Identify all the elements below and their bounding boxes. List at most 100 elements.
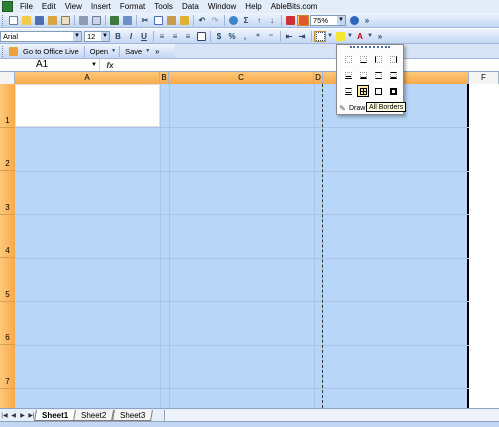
percent-button[interactable]: % <box>226 31 238 42</box>
research-icon[interactable] <box>121 15 133 26</box>
align-right-icon[interactable]: ≡ <box>182 31 194 42</box>
row-header[interactable]: 5 <box>0 258 15 302</box>
horizontal-scrollbar[interactable] <box>163 409 499 421</box>
sheet-tab-3[interactable]: Sheet3 <box>111 409 153 421</box>
prev-sheet-icon[interactable]: ◀ <box>9 412 18 419</box>
row-header[interactable] <box>0 388 15 409</box>
column-header-b[interactable]: B <box>160 72 169 84</box>
selected-range[interactable] <box>15 84 469 408</box>
comma-button[interactable]: , <box>239 31 251 42</box>
align-left-icon[interactable]: ≡ <box>156 31 168 42</box>
thick-box-border-icon[interactable] <box>387 85 399 97</box>
row-header[interactable]: 4 <box>0 214 15 258</box>
menu-edit[interactable]: Edit <box>38 0 61 13</box>
drawing-icon[interactable] <box>297 14 309 26</box>
row-header[interactable]: 6 <box>0 301 15 345</box>
column-header-f[interactable]: F <box>469 72 499 84</box>
borders-icon[interactable] <box>314 30 326 42</box>
toolbar-grip[interactable] <box>2 45 5 57</box>
new-icon[interactable] <box>7 15 19 26</box>
top-bottom-border-icon[interactable] <box>372 69 384 81</box>
menu-help[interactable]: Help <box>241 0 266 13</box>
font-name-select[interactable]: Arial ▼ <box>0 30 82 42</box>
insert-function-button[interactable]: fx <box>100 61 120 70</box>
bottom-border-icon[interactable] <box>357 53 369 65</box>
row-header[interactable]: 2 <box>0 127 15 171</box>
borders-chevron-down-icon[interactable]: ▼ <box>327 31 333 42</box>
fill-chevron-down-icon[interactable]: ▼ <box>347 31 353 42</box>
autosum-icon[interactable]: Σ <box>240 15 252 26</box>
copy-icon[interactable] <box>152 15 164 26</box>
align-center-icon[interactable]: ≡ <box>169 31 181 42</box>
currency-button[interactable]: $ <box>213 31 225 42</box>
name-box[interactable]: A1 ▼ <box>0 59 100 71</box>
formula-input[interactable] <box>120 59 499 71</box>
row-header[interactable]: 7 <box>0 345 15 389</box>
next-sheet-icon[interactable]: ▶ <box>18 412 27 419</box>
decrease-indent-icon[interactable]: ⇤ <box>283 31 295 42</box>
no-border-icon[interactable] <box>342 53 354 65</box>
first-sheet-icon[interactable]: |◀ <box>0 412 9 419</box>
paste-icon[interactable] <box>165 15 177 26</box>
help-icon[interactable] <box>348 15 360 26</box>
toolbar-options-icon[interactable]: » <box>374 31 386 42</box>
chart-wizard-icon[interactable] <box>284 15 296 26</box>
zoom-select[interactable]: 75% ▼ <box>310 14 346 26</box>
underline-button[interactable]: U <box>138 31 150 42</box>
email-icon[interactable] <box>59 15 71 26</box>
left-border-icon[interactable] <box>372 53 384 65</box>
outside-borders-icon[interactable] <box>372 85 384 97</box>
menu-tools[interactable]: Tools <box>150 0 178 13</box>
undo-icon[interactable]: ↶ <box>196 15 208 26</box>
top-double-bottom-border-icon[interactable] <box>342 85 354 97</box>
column-header-a[interactable]: A <box>15 72 160 84</box>
font-color-button[interactable]: A <box>354 31 366 42</box>
column-header-c[interactable]: C <box>169 72 314 84</box>
menu-window[interactable]: Window <box>204 0 241 13</box>
menu-insert[interactable]: Insert <box>87 0 116 13</box>
double-bottom-border-icon[interactable] <box>342 69 354 81</box>
italic-button[interactable]: I <box>125 31 137 42</box>
increase-indent-icon[interactable]: ⇥ <box>296 31 308 42</box>
worksheet-grid[interactable] <box>15 84 499 408</box>
open-icon[interactable] <box>20 15 32 26</box>
increase-decimal-icon[interactable]: ⁺ <box>252 31 264 42</box>
hyperlink-icon[interactable] <box>227 15 239 26</box>
select-all-corner[interactable] <box>0 72 15 84</box>
palette-grip[interactable] <box>350 46 390 49</box>
save-chevron-down-icon[interactable]: ▼ <box>145 46 150 57</box>
menu-file[interactable]: File <box>16 0 38 13</box>
row-header[interactable]: 3 <box>0 171 15 215</box>
open-button[interactable]: Open <box>87 46 111 57</box>
column-header-d[interactable]: D <box>314 72 323 84</box>
sort-descending-icon[interactable]: ↓ <box>266 15 278 26</box>
menu-view[interactable]: View <box>61 0 87 13</box>
top-thick-bottom-border-icon[interactable] <box>387 69 399 81</box>
toolbar-options-icon[interactable]: » <box>151 46 163 57</box>
print-icon[interactable] <box>77 15 89 26</box>
font-color-chevron-down-icon[interactable]: ▼ <box>367 31 373 42</box>
thick-bottom-border-icon[interactable] <box>357 69 369 81</box>
active-cell-a1[interactable] <box>15 84 160 127</box>
sort-ascending-icon[interactable]: ↑ <box>253 15 265 26</box>
merge-center-icon[interactable] <box>195 31 207 42</box>
permission-icon[interactable] <box>46 15 58 26</box>
row-header[interactable]: 1 <box>0 84 15 128</box>
sheet-tab-1[interactable]: Sheet1 <box>34 409 77 421</box>
menu-data[interactable]: Data <box>178 0 204 13</box>
save-button[interactable]: Save <box>122 46 145 57</box>
toolbar-grip[interactable] <box>2 14 5 26</box>
redo-icon[interactable]: ↷ <box>209 15 221 26</box>
toolbar-options-icon[interactable]: » <box>361 15 373 26</box>
right-border-icon[interactable] <box>387 53 399 65</box>
spelling-icon[interactable] <box>108 15 120 26</box>
menu-ablebits[interactable]: AbleBits.com <box>267 0 323 13</box>
font-size-select[interactable]: 12 ▼ <box>84 30 110 42</box>
excel-app-icon[interactable] <box>2 1 13 12</box>
cut-icon[interactable]: ✂ <box>139 15 151 26</box>
print-preview-icon[interactable] <box>90 15 102 26</box>
menu-format[interactable]: Format <box>116 0 150 13</box>
save-icon[interactable] <box>33 15 45 26</box>
all-borders-icon[interactable] <box>357 85 369 97</box>
fill-color-icon[interactable] <box>334 31 346 42</box>
